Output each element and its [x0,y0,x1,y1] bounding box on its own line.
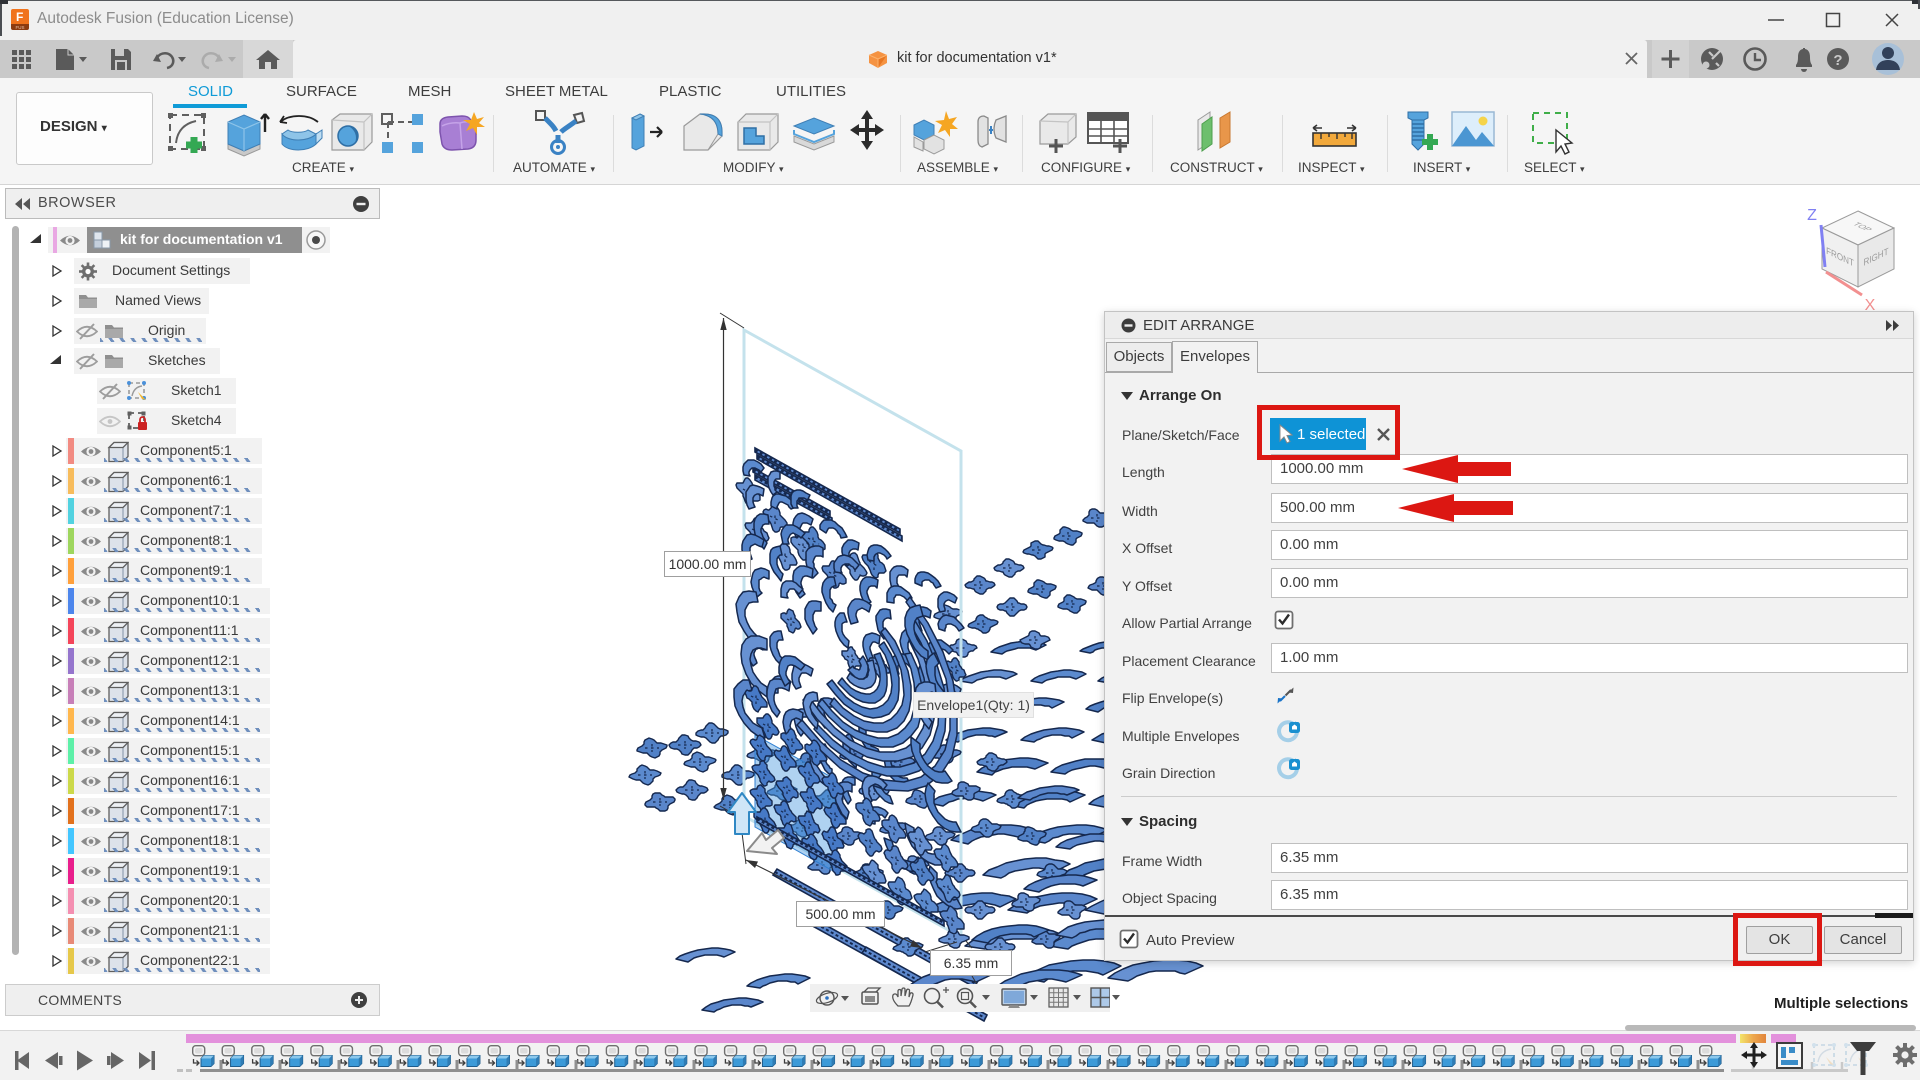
svg-text:Z: Z [1807,207,1817,224]
svg-text:?: ? [1833,52,1842,69]
